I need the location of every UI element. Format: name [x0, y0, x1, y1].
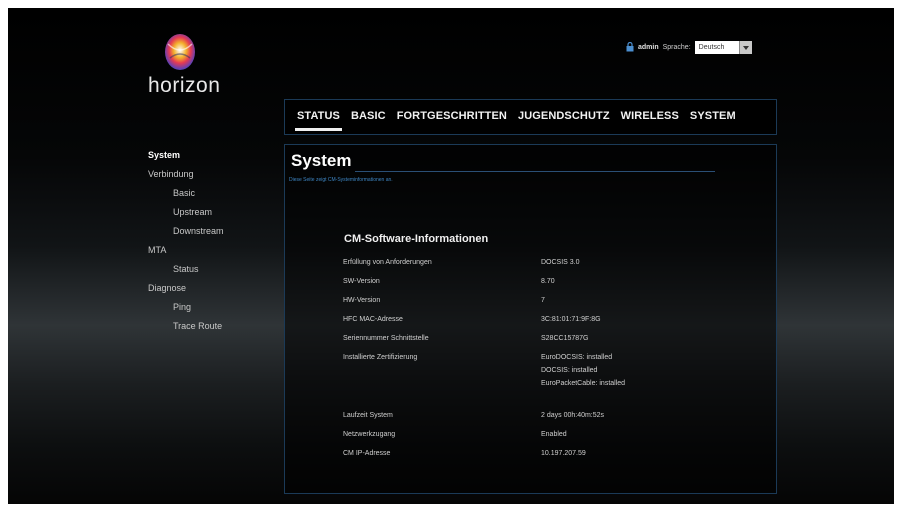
tab-jugendschutz[interactable]: JUGENDSCHUTZ	[518, 110, 610, 122]
horizon-logo-icon	[165, 34, 195, 70]
tab-system[interactable]: SYSTEM	[690, 110, 736, 122]
sidebar-item-upstream[interactable]: Upstream	[148, 203, 224, 222]
sidebar-item-downstream[interactable]: Downstream	[148, 222, 224, 241]
row-value: S28CC15787G	[541, 335, 589, 342]
page-title: System	[291, 151, 352, 170]
row-value: 8.70	[541, 278, 555, 285]
row-value: DOCSIS 3.0	[541, 259, 580, 266]
row-key: Laufzeit System	[343, 412, 393, 419]
row-key: SW-Version	[343, 278, 380, 285]
cert-line: EuroDOCSIS: installed	[541, 354, 613, 361]
row-value: 2 days 00h:40m:52s	[541, 412, 605, 419]
row-value: Enabled	[541, 431, 567, 438]
row-key: HFC MAC-Adresse	[343, 316, 403, 323]
table-row: HFC MAC-Adresse 3C:81:01:71:9F:8G	[343, 314, 691, 333]
tab-wireless[interactable]: WIRELESS	[621, 110, 679, 122]
tab-fortgeschritten[interactable]: FORTGESCHRITTEN	[397, 110, 507, 122]
row-value: 10.197.207.59	[541, 450, 586, 457]
cert-line: EuroPacketCable: installed	[541, 380, 626, 387]
row-key: Netzwerkzugang	[343, 431, 396, 438]
row-value: 7	[541, 297, 545, 304]
table-row: CM IP-Adresse 10.197.207.59	[343, 448, 691, 467]
table-row: Seriennummer Schnittstelle S28CC15787G	[343, 333, 691, 352]
language-value[interactable]: Deutsch	[694, 40, 739, 54]
table-row: SW-Version 8.70	[343, 276, 691, 295]
sidebar: System Verbindung Basic Upstream Downstr…	[148, 146, 224, 336]
title-divider	[355, 171, 715, 172]
table-row: Erfüllung von Anforderungen DOCSIS 3.0	[343, 257, 691, 276]
tab-status[interactable]: STATUS	[295, 110, 342, 131]
row-value: EuroDOCSIS: installed DOCSIS: installed …	[541, 352, 691, 410]
section-title: CM-Software-Informationen	[344, 233, 489, 245]
table-row: HW-Version 7	[343, 295, 691, 314]
table-row: Installierte Zertifizierung EuroDOCSIS: …	[343, 352, 691, 410]
logo-text: horizon	[148, 74, 221, 97]
row-key: Installierte Zertifizierung	[343, 354, 418, 361]
sidebar-item-diagnose[interactable]: Diagnose	[148, 279, 224, 298]
language-label: Sprache:	[662, 43, 691, 51]
sidebar-item-ping[interactable]: Ping	[148, 298, 224, 317]
info-table: Erfüllung von Anforderungen DOCSIS 3.0 S…	[343, 257, 691, 467]
language-select[interactable]: Deutsch	[694, 40, 752, 54]
lock-icon	[626, 42, 634, 52]
user-language-bar: admin Sprache: Deutsch	[626, 39, 752, 55]
top-navigation: STATUS BASIC FORTGESCHRITTEN JUGENDSCHUT…	[284, 99, 777, 135]
sidebar-item-basic[interactable]: Basic	[148, 184, 224, 203]
sidebar-item-trace-route[interactable]: Trace Route	[148, 317, 224, 336]
main-panel: System Diese Seite zeigt CM-Systeminform…	[284, 144, 777, 494]
row-key: CM IP-Adresse	[343, 450, 391, 457]
username: admin	[638, 43, 659, 51]
row-key: HW-Version	[343, 297, 381, 304]
chevron-down-icon[interactable]	[738, 40, 752, 54]
page-description: Diese Seite zeigt CM-Systeminformationen…	[289, 177, 393, 183]
row-value: 3C:81:01:71:9F:8G	[541, 316, 601, 323]
row-key: Seriennummer Schnittstelle	[343, 335, 429, 342]
sidebar-item-system[interactable]: System	[148, 146, 224, 165]
sidebar-item-status[interactable]: Status	[148, 260, 224, 279]
sidebar-item-verbindung[interactable]: Verbindung	[148, 165, 224, 184]
row-key: Erfüllung von Anforderungen	[343, 259, 432, 266]
table-row: Netzwerkzugang Enabled	[343, 429, 691, 448]
cert-line: DOCSIS: installed	[541, 367, 598, 374]
table-row: Laufzeit System 2 days 00h:40m:52s	[343, 410, 691, 429]
app-frame: horizon admin Sprache: Deutsch STATUS BA…	[8, 8, 894, 504]
tab-basic[interactable]: BASIC	[351, 110, 386, 122]
sidebar-item-mta[interactable]: MTA	[148, 241, 224, 260]
